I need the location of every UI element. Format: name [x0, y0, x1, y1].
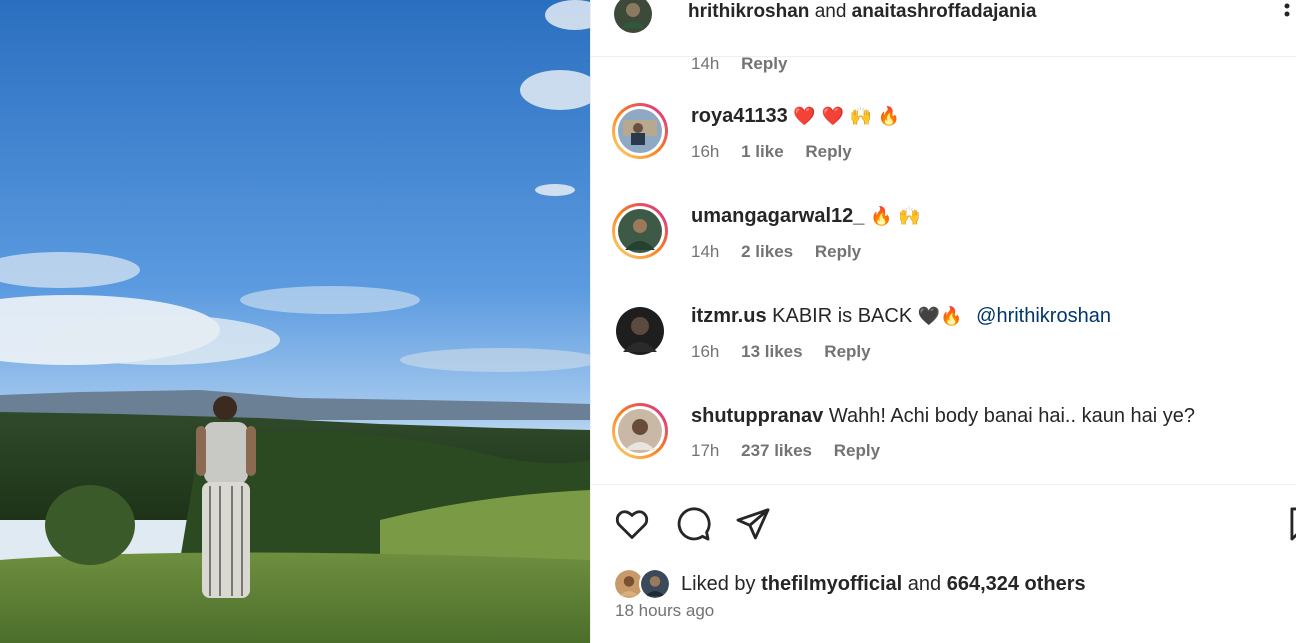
comment-text: shutuppranav Wahh! Achi body banai hai..… [691, 402, 1195, 430]
comment-emojis: ❤️ ❤️ 🙌 🔥 [793, 106, 901, 127]
comment-mention[interactable]: @hrithikroshan [976, 305, 1111, 327]
post-authors: hrithikroshan and anaitashroffadajania [688, 0, 1036, 24]
likes-summary: Liked by thefilmyofficial and 664,324 ot… [613, 568, 1086, 600]
bookmark-icon[interactable] [1284, 505, 1296, 543]
more-options-icon[interactable] [1283, 2, 1291, 24]
landscape-image [0, 0, 590, 643]
comment-time: 17h [691, 441, 720, 460]
comment-item: shutuppranav Wahh! Achi body banai hai..… [591, 402, 1296, 482]
comment-item: roya41133 ❤️ ❤️ 🙌 🔥 16h 1 like Reply [591, 102, 1296, 182]
authors-joiner: and [814, 1, 847, 22]
comment-icon[interactable] [674, 505, 712, 543]
liker-avatar[interactable] [639, 568, 671, 600]
post-timestamp[interactable]: 18 hours ago [615, 601, 714, 621]
comment-likes[interactable]: 2 likes [741, 242, 793, 261]
commenter-avatar[interactable] [611, 402, 669, 460]
author-avatar[interactable] [613, 0, 653, 34]
share-icon[interactable] [734, 505, 772, 543]
comment-likes[interactable]: 1 like [741, 142, 784, 161]
comment-emojis: 🖤🔥 [917, 306, 963, 327]
comment-text: itzmr.us KABIR is BACK 🖤🔥 @hrithikroshan [691, 302, 1111, 331]
reply-button[interactable]: Reply [805, 142, 851, 161]
previous-comment-meta: 14h Reply [691, 57, 804, 75]
comment-username[interactable]: itzmr.us [691, 305, 767, 327]
likes-prefix: Liked by [681, 572, 756, 595]
comments-list[interactable]: 14h Reply roya41133 ❤️ ❤️ 🙌 🔥 16h 1 like… [591, 57, 1296, 483]
post-photo[interactable] [0, 0, 590, 643]
comment-text: roya41133 ❤️ ❤️ 🙌 🔥 [691, 102, 900, 131]
post-details-panel: hrithikroshan and anaitashroffadajania 1… [590, 0, 1296, 643]
comment-time: 14h [691, 57, 720, 73]
comment-time: 16h [691, 342, 720, 361]
comment-item: itzmr.us KABIR is BACK 🖤🔥 @hrithikroshan… [591, 302, 1296, 382]
comment-likes[interactable]: 237 likes [741, 441, 812, 460]
comment-meta: 16h 1 like Reply [691, 141, 900, 163]
likes-count[interactable]: 664,324 others [947, 573, 1086, 595]
comment-username[interactable]: shutuppranav [691, 405, 823, 427]
comment-username[interactable]: roya41133 [691, 105, 788, 127]
comment-meta: 16h 13 likes Reply [691, 341, 1111, 363]
likes-text: Liked by thefilmyofficial and 664,324 ot… [681, 573, 1086, 596]
comment-body: KABIR is BACK [772, 305, 913, 327]
reply-button[interactable]: Reply [815, 242, 861, 261]
reply-button[interactable]: Reply [834, 441, 880, 460]
reply-button[interactable]: Reply [741, 57, 787, 73]
comment-likes[interactable]: 13 likes [741, 342, 802, 361]
author-username[interactable]: hrithikroshan [688, 1, 809, 22]
comment-meta: 14h 2 likes Reply [691, 241, 921, 263]
comment-time: 16h [691, 142, 720, 161]
coauthor-username[interactable]: anaitashroffadajania [852, 1, 1037, 22]
comment-emojis: 🔥 🙌 [869, 206, 921, 227]
likes-joiner: and [907, 572, 942, 595]
comment-item: umangagarwal12_ 🔥 🙌 14h 2 likes Reply [591, 202, 1296, 282]
commenter-avatar[interactable] [611, 102, 669, 160]
comment-meta: 17h 237 likes Reply [691, 440, 1195, 462]
comment-text: umangagarwal12_ 🔥 🙌 [691, 202, 921, 231]
commenter-avatar[interactable] [611, 302, 669, 360]
reply-button[interactable]: Reply [824, 342, 870, 361]
comment-username[interactable]: umangagarwal12_ [691, 205, 864, 227]
comment-time: 14h [691, 242, 720, 261]
post-actions: Liked by thefilmyofficial and 664,324 ot… [591, 484, 1296, 643]
comment-body: Wahh! Achi body banai hai.. kaun hai ye? [828, 405, 1195, 427]
liker-username[interactable]: thefilmyofficial [761, 573, 902, 595]
post-header: hrithikroshan and anaitashroffadajania [591, 0, 1296, 57]
heart-icon[interactable] [613, 505, 651, 543]
commenter-avatar[interactable] [611, 202, 669, 260]
